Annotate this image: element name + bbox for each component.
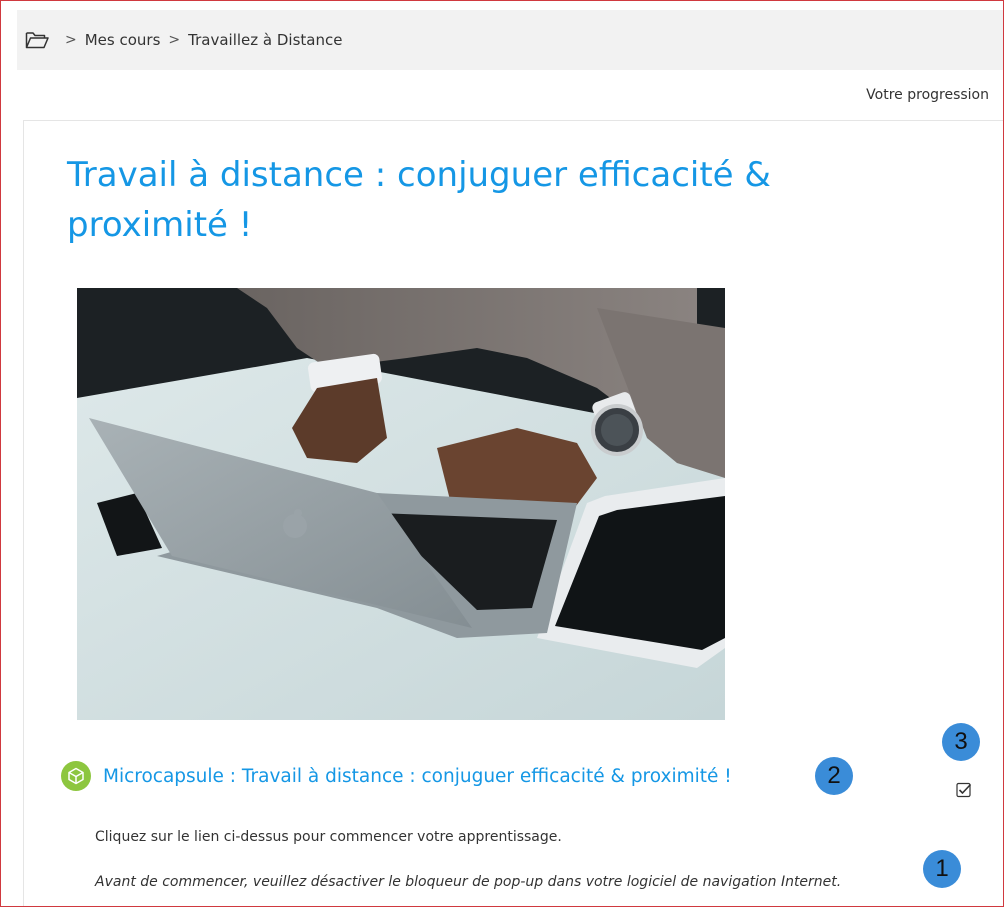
popup-warning-text: Avant de commencer, veuillez désactiver …: [95, 874, 842, 890]
screenshot-frame: > Mes cours > Travaillez à Distance Votr…: [0, 0, 1004, 907]
instruction-text: Cliquez sur le lien ci-dessus pour comme…: [95, 829, 562, 845]
folder-open-icon[interactable]: [25, 31, 49, 49]
activity-link[interactable]: Microcapsule : Travail à distance : conj…: [103, 766, 732, 787]
annotation-badge-3: 3: [942, 723, 980, 761]
activity-row: Microcapsule : Travail à distance : conj…: [61, 761, 732, 791]
checkbox-checked-icon[interactable]: [956, 782, 972, 798]
course-image: [77, 288, 725, 720]
breadcrumb-course[interactable]: Travaillez à Distance: [188, 31, 342, 49]
annotation-badge-1: 1: [923, 850, 961, 888]
breadcrumb-separator: >: [168, 32, 181, 48]
scorm-package-icon: [61, 761, 91, 791]
annotation-badge-2: 2: [815, 757, 853, 795]
page-title: Travail à distance : conjuguer efficacit…: [67, 155, 771, 245]
breadcrumb-my-courses[interactable]: Mes cours: [85, 31, 161, 49]
breadcrumb-separator: >: [65, 32, 77, 48]
breadcrumb: > Mes cours > Travaillez à Distance: [17, 10, 1003, 70]
progress-label: Votre progression: [866, 87, 989, 103]
